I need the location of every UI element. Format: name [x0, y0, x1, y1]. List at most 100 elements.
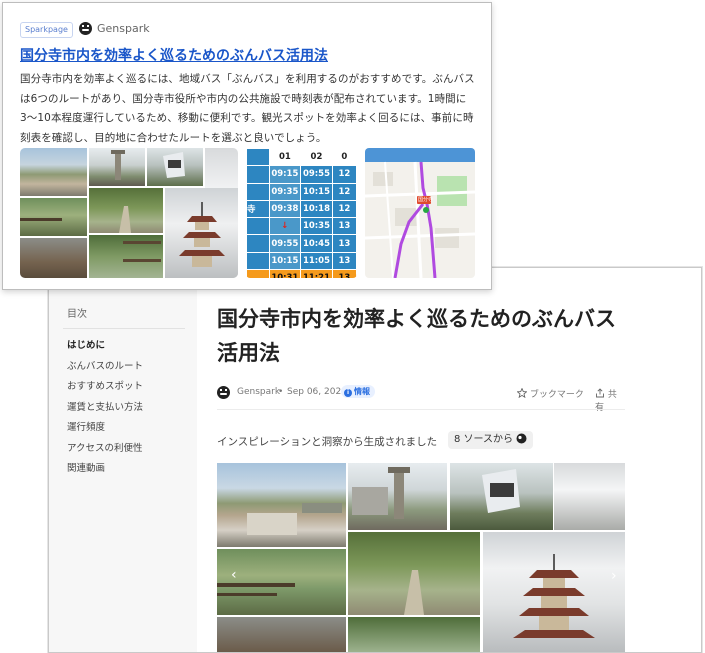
bookmark-label: ブックマーク — [529, 390, 584, 400]
timetable-stop: 寺 — [246, 199, 270, 219]
timetable-cell: ↓ — [268, 217, 302, 236]
photo-memorial-stone[interactable] — [147, 148, 203, 186]
sources-button[interactable]: 8 ソースから — [448, 431, 534, 449]
timetable-cell: 13 — [331, 269, 357, 278]
timetable-cell: 13 — [331, 217, 357, 236]
timetable-cell: 10:15 — [268, 251, 302, 271]
category-label: 情報 — [354, 387, 370, 396]
photo-detail — [482, 469, 520, 513]
timetable-grid: 01 02 0 09:15 09:55 12 09:35 10:15 12 寺 … — [246, 148, 357, 278]
photo-detail — [247, 503, 342, 535]
timetable-cell: 13 — [331, 234, 357, 253]
timetable-cell: 10:35 — [300, 217, 333, 236]
timetable-cell: 11:21 — [300, 269, 333, 278]
timetable-cell: 09:35 — [268, 182, 302, 201]
toc-item-spots[interactable]: おすすめスポット — [67, 377, 143, 398]
gallery-next-icon[interactable]: › — [611, 568, 617, 584]
genspark-logo-icon — [217, 386, 230, 399]
card-summary: 国分寺市内を効率よく巡るには、地域バス「ぶんバス」を利用するのがおすすめです。ぶ… — [20, 73, 475, 144]
photo-winter-trees[interactable] — [20, 238, 87, 278]
article-meta: Genspark • Sep 06, 2024 i 情報 ブックマーク 共有 — [217, 384, 625, 413]
map-pin-label: 国分寺 — [418, 197, 434, 203]
photo-pond-garden[interactable] — [20, 198, 87, 236]
image-gallery: › ‹ — [217, 463, 625, 652]
photo-detail — [163, 152, 185, 178]
toc-list: はじめに ぶんバスのルート おすすめスポット 運賃と支払い方法 運行頻度 アクセ… — [67, 336, 143, 480]
photo-woods[interactable] — [89, 235, 163, 278]
timetable-header: 0 — [331, 148, 357, 167]
photo-detail — [111, 150, 125, 180]
gallery-prev-icon[interactable]: ‹ — [231, 567, 237, 583]
photo-detail — [404, 570, 424, 615]
photo-detail — [119, 206, 131, 233]
toc-item-intro[interactable]: はじめに — [67, 336, 143, 357]
author-name[interactable]: Genspark — [237, 387, 280, 397]
timetable-cell: 09:38 — [268, 199, 302, 219]
timetable-cell: 12 — [331, 182, 357, 201]
photo-detail — [179, 202, 225, 267]
timetable-header: 02 — [300, 148, 333, 167]
photo-memorial-stone[interactable] — [450, 463, 553, 530]
timetable-cell: 10:18 — [300, 199, 333, 219]
route-map-image[interactable]: 国分寺 — [365, 148, 475, 278]
photo-woods[interactable] — [348, 617, 480, 652]
sparkpage-card[interactable]: Sparkpage Genspark 国分寺市内を効率よく巡るためのぶんバス活用… — [2, 2, 492, 290]
timetable-cell: 10:31 — [268, 269, 302, 278]
photo-detail — [20, 218, 62, 221]
meta-separator: • — [278, 387, 284, 397]
timetable-cell: 10:45 — [300, 234, 333, 253]
brand-name: Genspark — [97, 22, 150, 35]
publish-date: Sep 06, 2024 — [287, 387, 347, 397]
route-map — [365, 148, 475, 278]
timetable-cell: 10:15 — [300, 182, 333, 201]
timetable-stop — [246, 251, 270, 271]
photo-forest-path[interactable] — [89, 188, 163, 233]
table-of-contents: ˄ 目次 はじめに ぶんバスのルート おすすめスポット 運賃と支払い方法 運行頻… — [49, 268, 197, 652]
timetable-cell: 09:55 — [300, 165, 333, 184]
timetable-stop — [246, 269, 270, 278]
bus-timetable-image[interactable]: 01 02 0 09:15 09:55 12 09:35 10:15 12 寺 … — [246, 148, 357, 278]
photo-stone-monument[interactable] — [89, 148, 145, 186]
timetable-stop — [246, 165, 270, 184]
inspiration-text: インスピレーションと洞察から生成されました — [217, 436, 438, 448]
star-outline-icon — [516, 387, 528, 399]
toc-item-fares[interactable]: 運賃と支払い方法 — [67, 398, 143, 419]
photo-temple-ruins-aerial[interactable] — [20, 148, 87, 196]
sparkpage-tag: Sparkpage — [20, 22, 73, 38]
timetable-stop — [246, 234, 270, 253]
info-icon: i — [344, 389, 352, 397]
toc-item-frequency[interactable]: 運行頻度 — [67, 418, 143, 439]
toc-item-access[interactable]: アクセスの利便性 — [67, 439, 143, 460]
timetable-cell: 11:05 — [300, 251, 333, 271]
toc-title: 目次 — [67, 309, 87, 320]
article-page: ˄ 目次 はじめに ぶんバスのルート おすすめスポット 運賃と支払い方法 運行頻… — [48, 267, 702, 653]
photo-winter-trees[interactable] — [217, 617, 346, 652]
category-badge: i 情報 — [341, 385, 375, 398]
timetable-header: 01 — [268, 148, 302, 167]
timetable-cell: 12 — [331, 199, 357, 219]
toc-item-routes[interactable]: ぶんバスのルート — [67, 357, 143, 378]
photo-snow-trees[interactable] — [554, 463, 625, 530]
card-title-link[interactable]: 国分寺市内を効率よく巡るためのぶんバス活用法 — [20, 45, 328, 65]
photo-detail — [123, 241, 161, 262]
photo-forest-path[interactable] — [348, 532, 480, 615]
bookmark-button[interactable]: ブックマーク — [516, 387, 584, 400]
sources-label: 8 ソースから — [454, 434, 514, 445]
avatar-stack-icon — [516, 433, 527, 444]
photo-stone-monument[interactable] — [348, 463, 447, 530]
divider — [63, 328, 185, 329]
photo-snowy-pagoda[interactable] — [165, 188, 238, 278]
photo-temple-ruins-aerial[interactable] — [217, 463, 346, 547]
timetable-cell: 12 — [331, 165, 357, 184]
divider — [217, 409, 625, 410]
genspark-logo-icon — [79, 22, 92, 35]
photo-snowy-pagoda[interactable]: › — [483, 532, 625, 652]
share-icon — [596, 388, 604, 398]
timetable-cell: 09:15 — [268, 165, 302, 184]
timetable-corner — [246, 148, 270, 167]
photo-detail — [513, 554, 595, 638]
article-main: 国分寺市内を効率よく巡るためのぶんバス活用法 Genspark • Sep 06… — [217, 268, 627, 652]
timetable-cell: 09:55 — [268, 234, 302, 253]
toc-item-videos[interactable]: 関連動画 — [67, 459, 143, 480]
timetable-stop — [246, 217, 270, 236]
